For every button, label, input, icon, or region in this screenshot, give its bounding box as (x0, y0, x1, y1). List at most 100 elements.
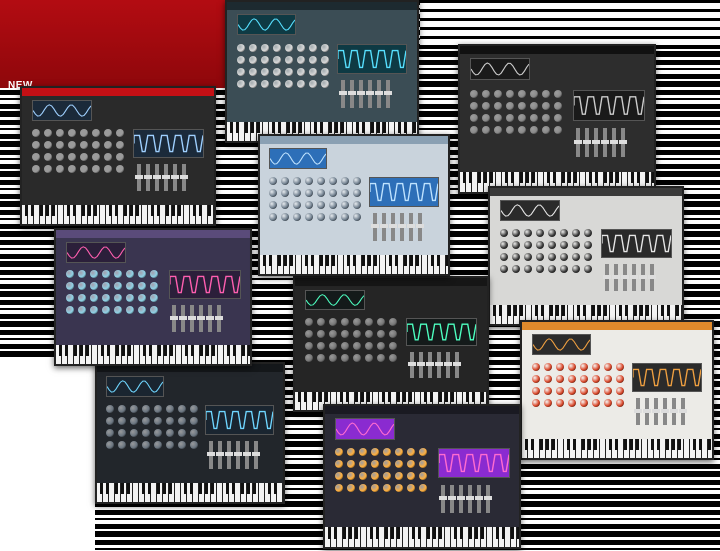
piano-keyboard[interactable] (22, 204, 214, 224)
knob-icon[interactable] (92, 165, 100, 173)
knob-icon[interactable] (530, 102, 538, 110)
knob-icon[interactable] (580, 387, 588, 395)
fader-slider[interactable] (339, 80, 347, 108)
knob-icon[interactable] (92, 153, 100, 161)
knob-icon[interactable] (560, 229, 568, 237)
knob-icon[interactable] (359, 484, 367, 492)
knob-icon[interactable] (544, 363, 552, 371)
knob-icon[interactable] (68, 129, 76, 137)
knob-icon[interactable] (166, 405, 174, 413)
fader-slider[interactable] (610, 128, 618, 157)
fader-slider[interactable] (448, 485, 456, 513)
knob-icon[interactable] (419, 448, 427, 456)
knob-icon[interactable] (104, 165, 112, 173)
knob-icon[interactable] (604, 399, 612, 407)
knob-icon[interactable] (90, 294, 98, 302)
knob-icon[interactable] (102, 270, 110, 278)
knob-icon[interactable] (506, 114, 514, 122)
knob-icon[interactable] (118, 441, 126, 449)
fader-slider[interactable] (144, 164, 152, 191)
knob-icon[interactable] (142, 429, 150, 437)
knob-icon[interactable] (281, 177, 289, 185)
piano-keyboard[interactable] (325, 527, 519, 547)
knob-icon[interactable] (544, 399, 552, 407)
knob-icon[interactable] (377, 342, 385, 350)
knob-icon[interactable] (341, 354, 349, 362)
knob-icon[interactable] (78, 270, 86, 278)
fader-slider[interactable] (457, 485, 465, 513)
knob-icon[interactable] (142, 405, 150, 413)
knob-icon[interactable] (530, 114, 538, 122)
knob-icon[interactable] (353, 177, 361, 185)
knob-icon[interactable] (261, 80, 269, 88)
fader-slider[interactable] (416, 213, 424, 241)
knob-icon[interactable] (104, 153, 112, 161)
knob-icon[interactable] (317, 201, 325, 209)
knob-icon[interactable] (118, 405, 126, 413)
knob-icon[interactable] (542, 90, 550, 98)
knob-icon[interactable] (293, 189, 301, 197)
knob-icon[interactable] (32, 165, 40, 173)
fader-slider[interactable] (484, 485, 492, 513)
fader-slider[interactable] (384, 80, 392, 108)
knob-icon[interactable] (190, 405, 198, 413)
knob-icon[interactable] (580, 363, 588, 371)
knob-icon[interactable] (592, 387, 600, 395)
knob-icon[interactable] (150, 306, 158, 314)
knob-icon[interactable] (500, 241, 508, 249)
knob-icon[interactable] (114, 270, 122, 278)
knob-icon[interactable] (249, 44, 257, 52)
knob-icon[interactable] (273, 44, 281, 52)
fader-slider[interactable] (375, 80, 383, 108)
fader-slider[interactable] (466, 485, 474, 513)
knob-icon[interactable] (305, 213, 313, 221)
knob-icon[interactable] (389, 354, 397, 362)
knob-icon[interactable] (389, 318, 397, 326)
fader-slider[interactable] (398, 213, 406, 241)
knob-icon[interactable] (494, 90, 502, 98)
fader-slider[interactable] (243, 441, 251, 469)
knob-icon[interactable] (261, 44, 269, 52)
fader-slider[interactable] (234, 441, 242, 469)
piano-keyboard[interactable] (260, 254, 448, 274)
fader-slider[interactable] (435, 352, 443, 378)
knob-icon[interactable] (347, 460, 355, 468)
fader-slider[interactable] (603, 264, 611, 291)
knob-icon[interactable] (512, 265, 520, 273)
fader-slider[interactable] (621, 264, 629, 291)
knob-icon[interactable] (530, 90, 538, 98)
knob-icon[interactable] (321, 56, 329, 64)
knob-icon[interactable] (572, 253, 580, 261)
knob-icon[interactable] (66, 282, 74, 290)
knob-icon[interactable] (371, 460, 379, 468)
knob-icon[interactable] (407, 472, 415, 480)
knob-icon[interactable] (66, 294, 74, 302)
fader-slider[interactable] (592, 128, 600, 157)
knob-icon[interactable] (126, 270, 134, 278)
knob-icon[interactable] (321, 80, 329, 88)
knob-icon[interactable] (273, 80, 281, 88)
knob-icon[interactable] (335, 484, 343, 492)
knob-icon[interactable] (365, 330, 373, 338)
knob-icon[interactable] (44, 141, 52, 149)
knob-icon[interactable] (616, 387, 624, 395)
piano-keyboard[interactable] (97, 482, 283, 502)
knob-icon[interactable] (554, 114, 562, 122)
knob-icon[interactable] (530, 126, 538, 134)
knob-icon[interactable] (90, 270, 98, 278)
knob-icon[interactable] (44, 153, 52, 161)
knob-icon[interactable] (341, 318, 349, 326)
piano-keyboard[interactable] (56, 345, 250, 364)
knob-icon[interactable] (329, 189, 337, 197)
knob-icon[interactable] (329, 201, 337, 209)
knob-icon[interactable] (353, 354, 361, 362)
knob-icon[interactable] (317, 177, 325, 185)
knob-icon[interactable] (261, 56, 269, 64)
knob-icon[interactable] (317, 318, 325, 326)
knob-icon[interactable] (142, 417, 150, 425)
fader-slider[interactable] (453, 352, 461, 378)
knob-icon[interactable] (616, 399, 624, 407)
knob-icon[interactable] (347, 484, 355, 492)
knob-icon[interactable] (542, 114, 550, 122)
knob-icon[interactable] (341, 330, 349, 338)
